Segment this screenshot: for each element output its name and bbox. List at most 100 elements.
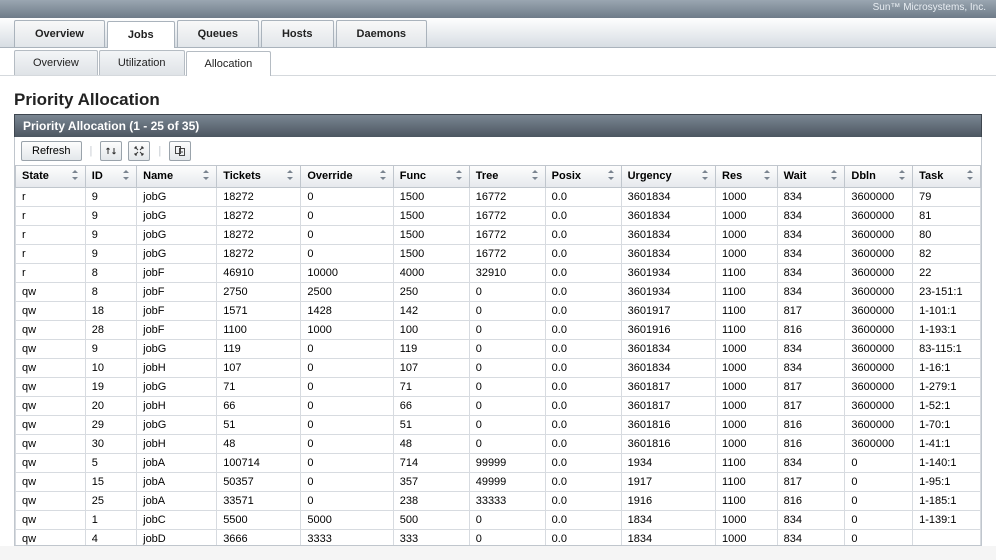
cell-posix: 0.0 [545,207,621,226]
table-row[interactable]: qw30jobH4804800.03601816100081636000001-… [16,435,981,454]
column-header-tree[interactable]: Tree [469,166,545,188]
table-row[interactable]: qw29jobG5105100.03601816100081636000001-… [16,416,981,435]
cell-dbln: 3600000 [845,397,913,416]
cell-task: 1-41:1 [913,435,981,454]
cell-tree: 0 [469,511,545,530]
column-header-dbln[interactable]: Dbln [845,166,913,188]
table-row[interactable]: r9jobG1827201500167720.03601834100083436… [16,245,981,264]
subtab-utilization[interactable]: Utilization [99,50,185,75]
cell-tree: 16772 [469,188,545,207]
sub-tabbar: OverviewUtilizationAllocation [0,48,996,76]
sort-icon [286,170,294,183]
refresh-button[interactable]: Refresh [21,141,82,161]
sort-icon-button[interactable] [100,141,122,161]
cell-urgency: 3601834 [621,340,715,359]
cell-func: 48 [393,435,469,454]
cell-id: 10 [85,359,136,378]
cell-func: 142 [393,302,469,321]
cell-func: 71 [393,378,469,397]
cell-posix: 0.0 [545,302,621,321]
column-header-wait[interactable]: Wait [777,166,845,188]
copy-icon [174,145,186,157]
table-row[interactable]: qw20jobH6606600.03601817100081736000001-… [16,397,981,416]
cell-res: 1000 [716,245,778,264]
column-header-posix[interactable]: Posix [545,166,621,188]
cell-task: 82 [913,245,981,264]
table-row[interactable]: qw1jobC5500500050000.01834100083401-139:… [16,511,981,530]
cell-posix: 0.0 [545,283,621,302]
column-header-tickets[interactable]: Tickets [217,166,301,188]
table-row[interactable]: qw4jobD3666333333300.0183410008340 [16,530,981,547]
cell-posix: 0.0 [545,511,621,530]
cell-func: 500 [393,511,469,530]
cell-wait: 834 [777,530,845,547]
table-row[interactable]: qw25jobA335710238333330.01916110081601-1… [16,492,981,511]
cell-override: 0 [301,207,393,226]
cell-state: qw [16,473,86,492]
column-header-urgency[interactable]: Urgency [621,166,715,188]
cell-func: 119 [393,340,469,359]
cell-id: 15 [85,473,136,492]
tab-overview[interactable]: Overview [14,20,105,47]
cell-res: 1100 [716,264,778,283]
cell-func: 250 [393,283,469,302]
column-header-id[interactable]: ID [85,166,136,188]
cell-state: qw [16,511,86,530]
cell-id: 20 [85,397,136,416]
table-row[interactable]: qw8jobF2750250025000.0360193411008343600… [16,283,981,302]
cell-override: 0 [301,473,393,492]
table-row[interactable]: qw10jobH107010700.0360183410008343600000… [16,359,981,378]
sort-icon [966,170,974,183]
cell-state: qw [16,321,86,340]
cell-dbln: 3600000 [845,340,913,359]
tab-hosts[interactable]: Hosts [261,20,334,47]
cell-wait: 817 [777,397,845,416]
table-row[interactable]: qw15jobA503570357499990.01917110081701-9… [16,473,981,492]
cell-state: qw [16,302,86,321]
table-row[interactable]: r8jobF46910100004000329100.0360193411008… [16,264,981,283]
table-row[interactable]: qw19jobG7107100.03601817100081736000001-… [16,378,981,397]
tab-queues[interactable]: Queues [177,20,259,47]
table-row[interactable]: r9jobG1827201500167720.03601834100083436… [16,226,981,245]
cell-tree: 0 [469,416,545,435]
subtab-overview[interactable]: Overview [14,50,98,75]
cell-name: jobG [137,378,217,397]
cell-name: jobF [137,321,217,340]
tab-jobs[interactable]: Jobs [107,21,175,48]
column-header-func[interactable]: Func [393,166,469,188]
cell-name: jobG [137,226,217,245]
column-header-task[interactable]: Task [913,166,981,188]
sort-icon [607,170,615,183]
panel-header: Priority Allocation (1 - 25 of 35) [14,114,982,137]
toolbar: Refresh | | [14,137,982,166]
cell-urgency: 3601834 [621,359,715,378]
table-row[interactable]: qw9jobG119011900.03601834100083436000008… [16,340,981,359]
column-header-override[interactable]: Override [301,166,393,188]
cell-res: 1100 [716,302,778,321]
tab-daemons[interactable]: Daemons [336,20,428,47]
column-header-state[interactable]: State [16,166,86,188]
cell-state: qw [16,283,86,302]
table-row[interactable]: r9jobG1827201500167720.03601834100083436… [16,188,981,207]
copy-icon-button[interactable] [169,141,191,161]
cell-override: 0 [301,416,393,435]
cell-wait: 834 [777,283,845,302]
cell-name: jobC [137,511,217,530]
column-header-res[interactable]: Res [716,166,778,188]
table-row[interactable]: qw28jobF1100100010000.036019161100816360… [16,321,981,340]
cell-state: qw [16,454,86,473]
subtab-allocation[interactable]: Allocation [186,51,272,76]
table-row[interactable]: qw5jobA1007140714999990.01934110083401-1… [16,454,981,473]
cell-urgency: 3601816 [621,435,715,454]
column-header-name[interactable]: Name [137,166,217,188]
cell-name: jobH [137,359,217,378]
expand-icon-button[interactable] [128,141,150,161]
cell-task: 1-185:1 [913,492,981,511]
cell-id: 25 [85,492,136,511]
cell-name: jobG [137,416,217,435]
table-row[interactable]: qw18jobF1571142814200.036019171100817360… [16,302,981,321]
cell-id: 19 [85,378,136,397]
allocation-table: StateIDNameTicketsOverrideFuncTreePosixU… [15,166,981,546]
page-title: Priority Allocation [14,90,982,110]
table-row[interactable]: r9jobG1827201500167720.03601834100083436… [16,207,981,226]
